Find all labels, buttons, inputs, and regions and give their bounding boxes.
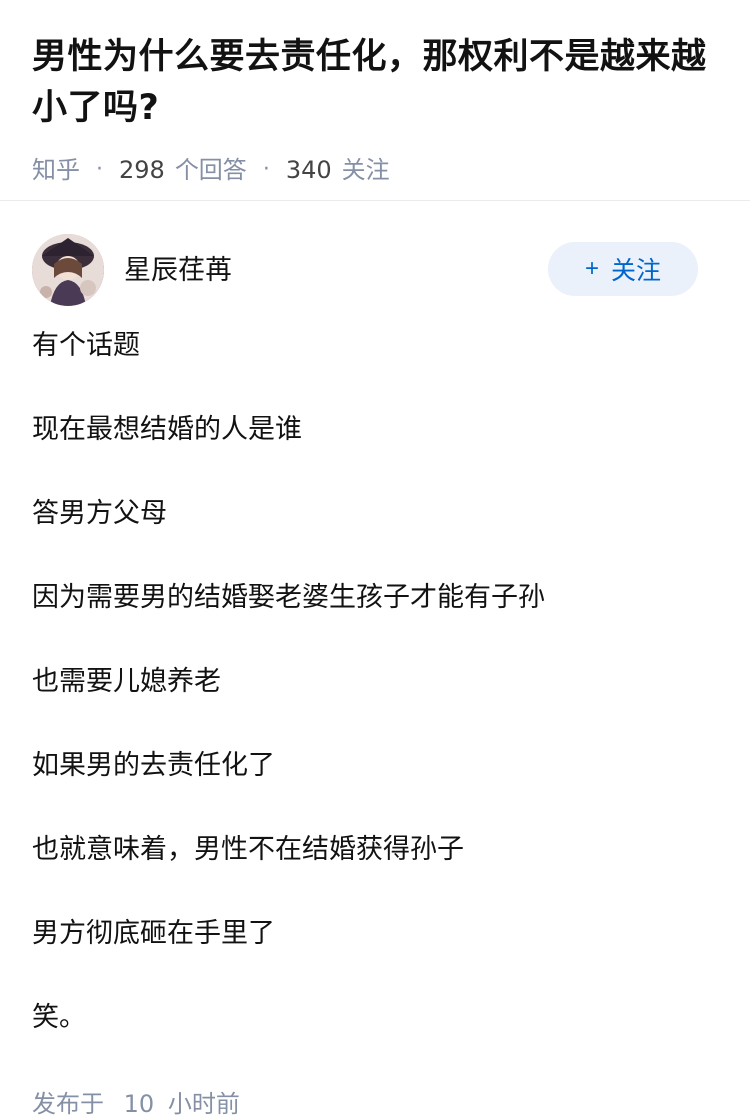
answer-paragraph: 有个话题 <box>32 330 140 361</box>
author-row: 星辰荏苒 + 关注 <box>32 234 698 306</box>
answer-count: 298 <box>119 156 165 184</box>
answer-paragraph: 也需要儿媳养老 <box>32 666 221 697</box>
follow-button-label: 关注 <box>611 257 662 285</box>
source-label[interactable]: 知乎 <box>32 154 80 186</box>
published-number: 10 <box>123 1090 155 1118</box>
published-prefix: 发布于 <box>32 1090 104 1118</box>
meta-separator: · <box>262 157 270 182</box>
follow-button[interactable]: + 关注 <box>548 242 698 296</box>
answer-paragraph: 现在最想结婚的人是谁 <box>32 414 302 445</box>
answer-paragraph: 因为需要男的结婚娶老婆生孩子才能有子孙 <box>32 582 545 613</box>
follow-count: 340 <box>285 156 332 184</box>
answer-paragraph: 笑。 <box>32 1002 86 1033</box>
plus-icon: + <box>584 255 599 282</box>
answer-count-label[interactable]: 个回答 <box>175 154 247 186</box>
question-header: 男性为什么要去责任化，那权利不是越来越小了吗? 知乎 · 298 个回答 · 3… <box>0 0 750 186</box>
avatar-illustration-icon <box>32 234 104 306</box>
question-title[interactable]: 男性为什么要去责任化，那权利不是越来越小了吗? <box>32 32 718 134</box>
avatar[interactable] <box>32 234 104 306</box>
question-meta: 知乎 · 298 个回答 · 340 关注 <box>32 154 718 186</box>
answer-paragraph: 男方彻底砸在手里了 <box>32 918 275 949</box>
meta-separator: · <box>96 157 103 182</box>
answer-paragraph: 也就意味着，男性不在结婚获得孙子 <box>32 834 464 865</box>
answer-card: 星辰荏苒 + 关注 有个话题 现在最想结婚的人是谁 答男方父母 因为需要男的结婚… <box>32 234 698 1082</box>
answer-content: 有个话题 现在最想结婚的人是谁 答男方父母 因为需要男的结婚娶老婆生孩子才能有子… <box>32 326 698 1038</box>
author-name[interactable]: 星辰荏苒 <box>124 248 232 287</box>
published-suffix: 小时前 <box>167 1090 240 1118</box>
published-time: 发布于 10 小时前 <box>32 1088 240 1120</box>
follow-count-label[interactable]: 关注 <box>342 154 390 186</box>
answer-paragraph: 如果男的去责任化了 <box>32 750 275 781</box>
section-divider <box>0 200 750 201</box>
answer-paragraph: 答男方父母 <box>32 498 167 529</box>
